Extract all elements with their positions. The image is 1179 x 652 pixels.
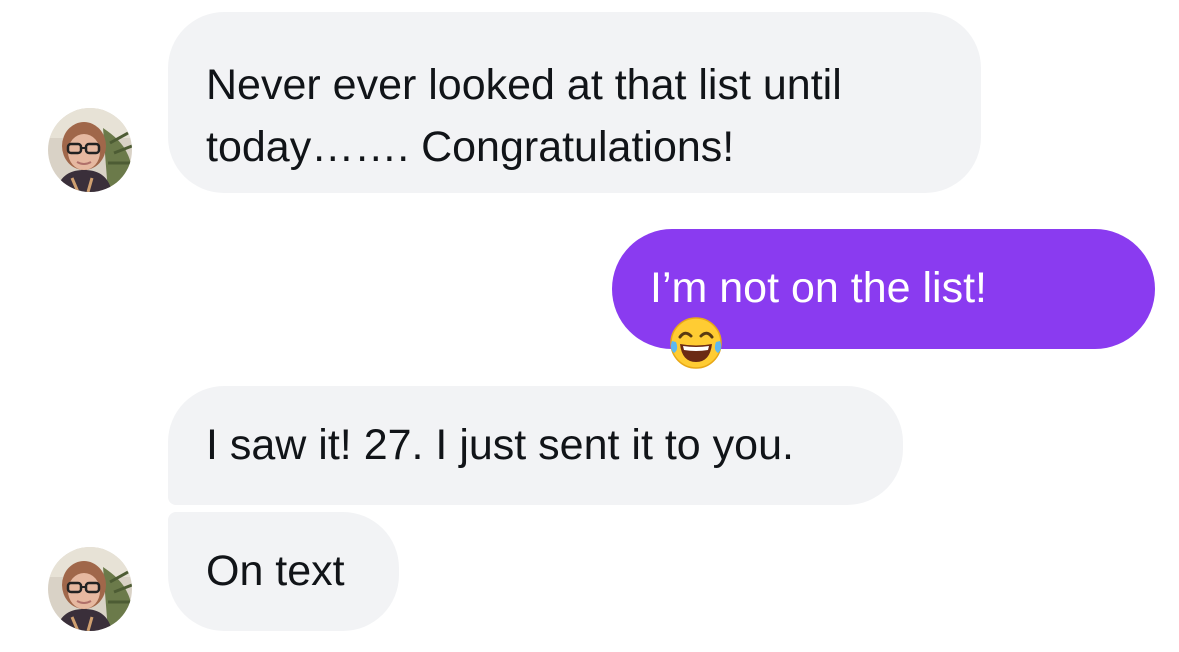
incoming-message-bubble[interactable]: On text bbox=[168, 512, 399, 631]
message-text: On text bbox=[206, 547, 345, 595]
message-text: I’m not on the list! bbox=[650, 264, 987, 312]
avatar[interactable] bbox=[48, 108, 132, 192]
message-text: I saw it! 27. I just sent it to you. bbox=[206, 421, 794, 469]
face-with-tears-of-joy-icon bbox=[668, 315, 724, 371]
user-avatar-photo-icon bbox=[48, 547, 132, 631]
incoming-message-bubble[interactable]: I saw it! 27. I just sent it to you. bbox=[168, 386, 903, 505]
avatar[interactable] bbox=[48, 547, 132, 631]
outgoing-message-bubble[interactable]: I’m not on the list! bbox=[612, 229, 1155, 369]
message-text-line: Never ever looked at that list until bbox=[206, 61, 842, 109]
incoming-message-bubble[interactable]: Never ever looked at that list until tod… bbox=[168, 12, 981, 193]
user-avatar-photo-icon bbox=[48, 108, 132, 192]
message-text-line: today……. Congratulations! bbox=[206, 123, 735, 171]
